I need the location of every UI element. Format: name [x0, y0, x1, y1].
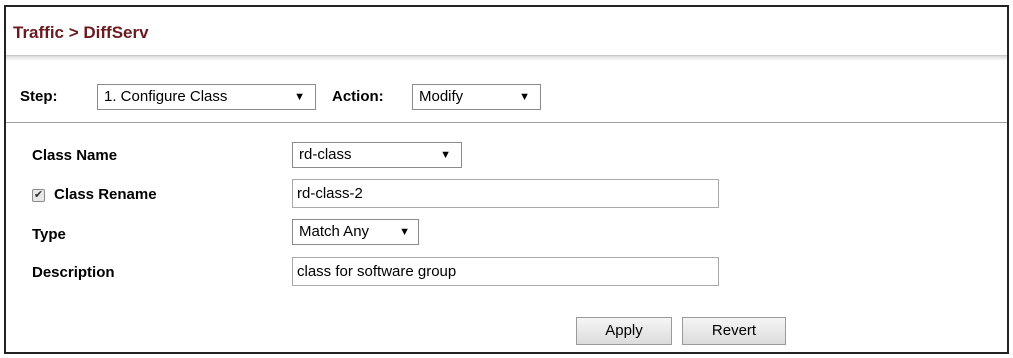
apply-button[interactable]: Apply — [576, 317, 672, 345]
description-label: Description — [32, 264, 115, 281]
action-label: Action: — [332, 88, 384, 105]
class-rename-label: Class Rename — [54, 186, 157, 203]
step-toolbar: Step: 1. Configure Class ▼ Action: Modif… — [6, 69, 1007, 123]
revert-button[interactable]: Revert — [682, 317, 786, 345]
chevron-down-icon: ▼ — [440, 149, 451, 161]
class-rename-value: rd-class-2 — [297, 185, 363, 202]
chevron-down-icon: ▼ — [294, 91, 305, 103]
step-select[interactable]: 1. Configure Class ▼ — [97, 84, 316, 110]
checkmark-icon: ✔ — [33, 189, 44, 201]
action-select[interactable]: Modify ▼ — [412, 84, 541, 110]
type-label: Type — [32, 226, 66, 243]
chevron-down-icon: ▼ — [399, 226, 410, 238]
description-input[interactable]: class for software group — [292, 257, 719, 286]
class-rename-checkbox[interactable]: ✔ — [32, 189, 45, 202]
title-divider — [6, 56, 1007, 61]
step-label: Step: — [20, 88, 58, 105]
diffserv-panel: Traffic > DiffServ Step: 1. Configure Cl… — [4, 5, 1009, 354]
type-select[interactable]: Match Any ▼ — [292, 219, 419, 245]
title-bar: Traffic > DiffServ — [6, 7, 1007, 56]
class-name-select[interactable]: rd-class ▼ — [292, 142, 462, 168]
type-value: Match Any — [299, 223, 370, 240]
class-rename-input[interactable]: rd-class-2 — [292, 179, 719, 208]
class-name-label: Class Name — [32, 147, 118, 164]
page-title: Traffic > DiffServ — [13, 23, 149, 42]
step-select-value: 1. Configure Class — [104, 88, 228, 105]
chevron-down-icon: ▼ — [519, 91, 530, 103]
action-select-value: Modify — [419, 88, 464, 105]
description-value: class for software group — [297, 263, 457, 280]
class-name-value: rd-class — [299, 146, 352, 163]
